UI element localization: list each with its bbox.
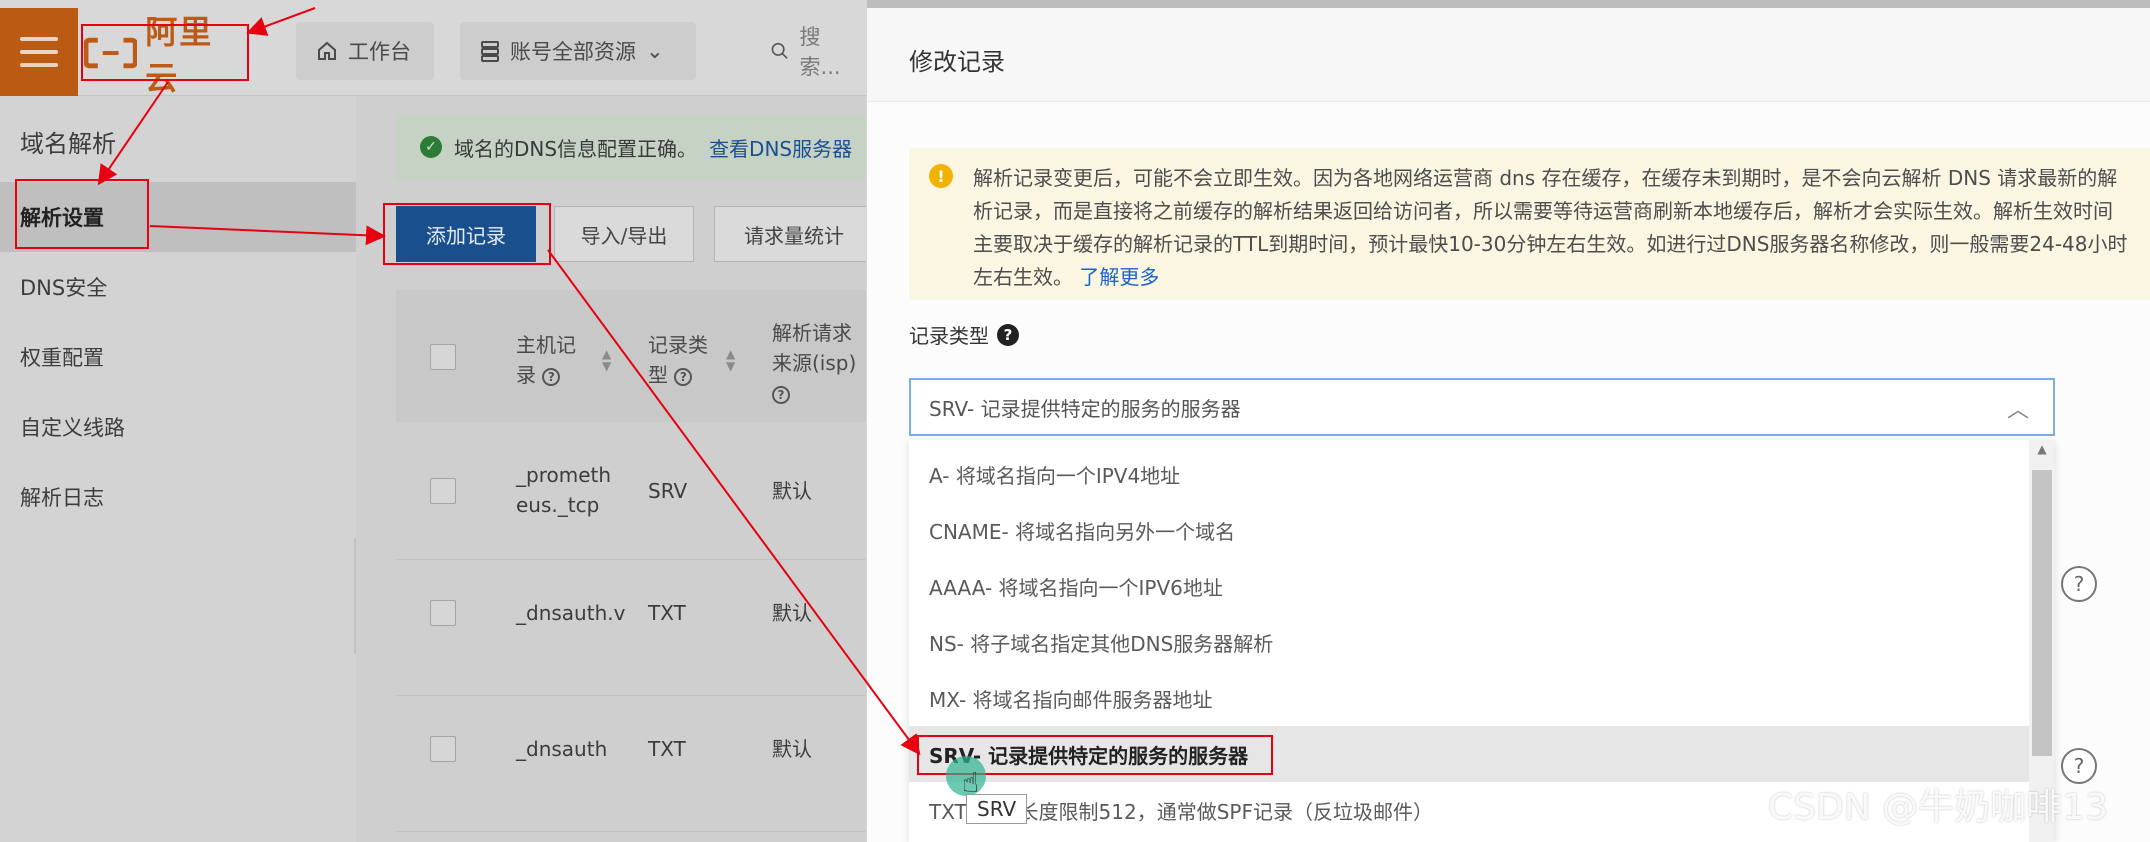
- dns-status-text: 域名的DNS信息配置正确。: [454, 136, 698, 161]
- isp-cell: 默认: [772, 601, 812, 625]
- warning-icon: !: [929, 164, 953, 188]
- column-host[interactable]: 主机记录 ?: [516, 330, 584, 390]
- type-cell: SRV: [648, 479, 688, 503]
- cache-warning-notice: ! 解析记录变更后，可能不会立即生效。因为各地网络运营商 dns 存在缓存，在缓…: [909, 148, 2150, 300]
- sort-icon[interactable]: ▲ ▼: [602, 348, 611, 372]
- chevron-up-icon: ︿: [2006, 398, 2029, 423]
- host-cell: _dnsauth: [516, 737, 608, 761]
- help-icon[interactable]: ?: [997, 323, 1019, 346]
- sidebar-item-label: 自定义线路: [20, 416, 125, 440]
- home-icon: [318, 41, 336, 60]
- hamburger-menu-button[interactable]: [0, 8, 78, 96]
- option-cname-record[interactable]: CNAME- 将域名指向另外一个域名: [909, 502, 2029, 558]
- sidebar-item-label: 解析日志: [20, 486, 104, 510]
- cursor-tooltip: SRV: [966, 794, 1028, 824]
- scroll-thumb[interactable]: [2032, 470, 2052, 756]
- table-row[interactable]: _prometheus._tcp SRV 默认: [396, 424, 866, 560]
- chevron-down-icon: ⌄: [646, 39, 664, 63]
- search-placeholder: 搜索...: [799, 25, 841, 79]
- aliyun-logo[interactable]: 阿里云: [84, 13, 246, 97]
- record-type-selected-value: SRV- 记录提供特定的服务的服务器: [929, 396, 1241, 421]
- isp-cell: 默认: [772, 737, 812, 761]
- sort-icon[interactable]: ▲ ▼: [726, 348, 735, 372]
- view-dns-servers-link[interactable]: 查看DNS服务器: [709, 133, 852, 162]
- help-icon[interactable]: ?: [542, 367, 561, 386]
- dns-status-banner: ✓ 域名的DNS信息配置正确。 查看DNS服务器: [396, 114, 866, 180]
- account-resources-dropdown[interactable]: 账号全部资源 ⌄: [460, 22, 696, 80]
- edit-record-panel: 修改记录 ! 解析记录变更后，可能不会立即生效。因为各地网络运营商 dns 存在…: [866, 0, 2150, 842]
- option-mx-record[interactable]: MX- 将域名指向邮件服务器地址: [909, 670, 2029, 726]
- table-header: 主机记录 ? ▲ ▼ 记录类型 ? ▲ ▼ 解析请求来源(isp) ?: [396, 290, 866, 422]
- import-export-button[interactable]: 导入/导出: [554, 206, 694, 262]
- main-content: ✓ 域名的DNS信息配置正确。 查看DNS服务器 添加记录 导入/导出 请求量统…: [356, 96, 874, 842]
- workbench-button[interactable]: 工作台: [296, 22, 434, 80]
- watermark: CSDN @牛奶咖啡13: [1768, 787, 2108, 828]
- add-record-button[interactable]: 添加记录: [396, 206, 536, 262]
- check-circle-icon: ✓: [420, 136, 442, 158]
- option-ns-record[interactable]: NS- 将子域名指定其他DNS服务器解析: [909, 614, 2029, 670]
- host-cell: _dnsauth.v: [516, 601, 626, 625]
- column-isp: 解析请求来源(isp) ?: [772, 318, 866, 408]
- learn-more-link[interactable]: 了解更多: [1079, 265, 1159, 289]
- sidebar-item-custom-line[interactable]: 自定义线路: [0, 392, 356, 462]
- help-icon[interactable]: ?: [2061, 566, 2097, 602]
- menu-line-icon: [20, 50, 58, 54]
- table-row[interactable]: _dnsauth.v TXT 默认: [396, 560, 866, 696]
- request-stats-button[interactable]: 请求量统计: [714, 206, 874, 262]
- sidebar: 域名解析 解析设置 DNS安全 权重配置 自定义线路 解析日志: [0, 96, 356, 842]
- option-srv-record[interactable]: SRV- 记录提供特定的服务的服务器: [909, 726, 2029, 782]
- sidebar-item-dns-security[interactable]: DNS安全: [0, 252, 356, 322]
- aliyun-bracket-icon: [84, 37, 138, 69]
- sidebar-item-resolution-settings[interactable]: 解析设置: [0, 182, 356, 252]
- sidebar-title: 域名解析: [20, 130, 116, 158]
- resources-label: 账号全部资源: [510, 40, 636, 64]
- sidebar-item-label: 解析设置: [20, 206, 104, 230]
- type-cell: TXT: [648, 601, 686, 625]
- search-box[interactable]: 搜索...: [750, 22, 870, 80]
- menu-line-icon: [20, 63, 58, 67]
- column-isp-label: 解析请求来源(isp): [772, 321, 857, 375]
- record-type-select[interactable]: SRV- 记录提供特定的服务的服务器 ︿: [909, 378, 2055, 436]
- record-type-label: 记录类型 ?: [909, 320, 1019, 349]
- logo-text: 阿里云: [145, 13, 214, 97]
- workbench-label: 工作台: [348, 40, 411, 64]
- row-checkbox[interactable]: [430, 600, 456, 626]
- host-cell: _prometheus._tcp: [516, 463, 612, 517]
- select-all-checkbox[interactable]: [430, 344, 456, 370]
- sidebar-item-weight-config[interactable]: 权重配置: [0, 322, 356, 392]
- menu-line-icon: [20, 37, 58, 41]
- sidebar-item-label: DNS安全: [20, 276, 108, 300]
- panel-title: 修改记录: [909, 48, 1005, 76]
- search-icon: [771, 42, 788, 59]
- panel-header: 修改记录: [867, 0, 2150, 102]
- row-checkbox[interactable]: [430, 736, 456, 762]
- option-a-record[interactable]: A- 将域名指向一个IPV4地址: [909, 446, 2029, 502]
- column-type[interactable]: 记录类型 ?: [648, 330, 716, 390]
- type-cell: TXT: [648, 737, 686, 761]
- option-aaaa-record[interactable]: AAAA- 将域名指向一个IPV6地址: [909, 558, 2029, 614]
- record-type-label-text: 记录类型: [909, 324, 989, 348]
- resources-stack-icon: [481, 41, 499, 62]
- scroll-up-arrow-icon[interactable]: ▲: [2029, 442, 2055, 462]
- row-checkbox[interactable]: [430, 478, 456, 504]
- table-row[interactable]: _dnsauth TXT 默认: [396, 696, 866, 832]
- sidebar-item-label: 权重配置: [20, 346, 104, 370]
- isp-cell: 默认: [772, 479, 812, 503]
- help-icon[interactable]: ?: [772, 385, 790, 404]
- sidebar-item-resolution-log[interactable]: 解析日志: [0, 462, 356, 532]
- help-icon[interactable]: ?: [674, 367, 693, 386]
